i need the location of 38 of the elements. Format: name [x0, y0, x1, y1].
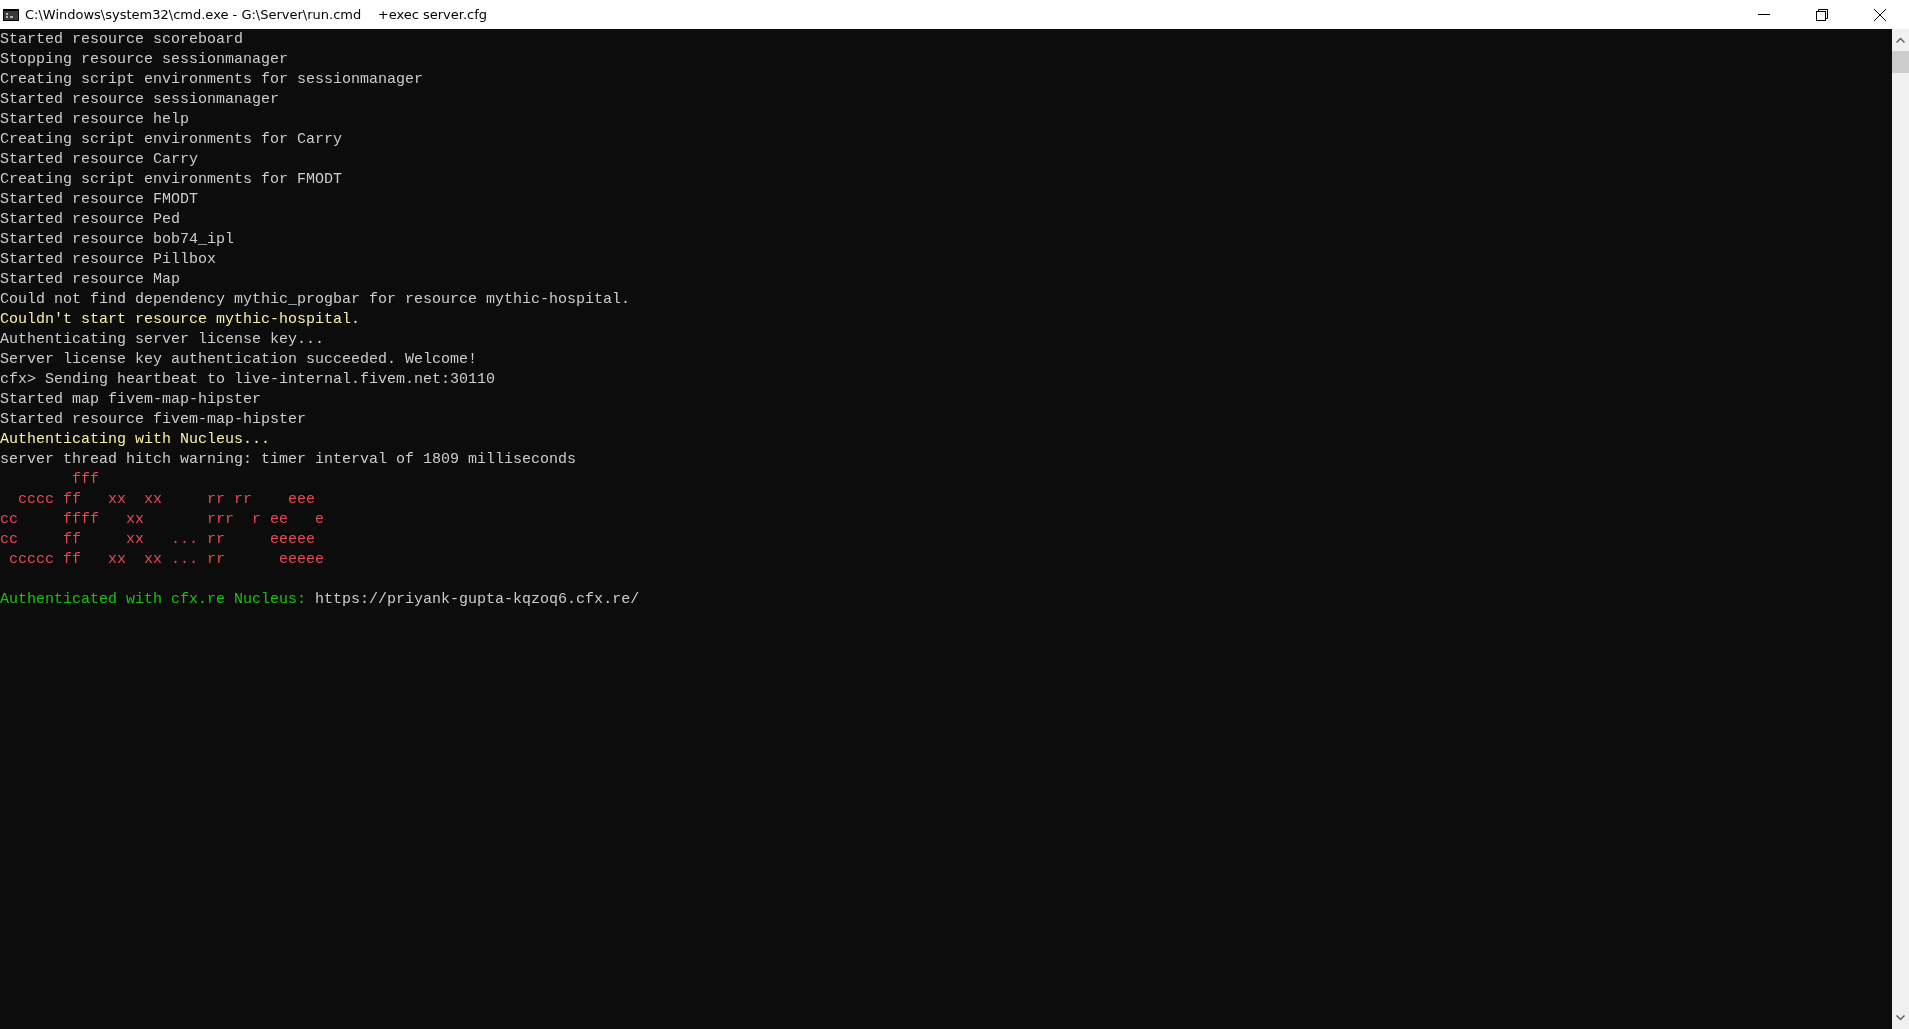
log-line: Could not find dependency mythic_progbar for resource mythic-hospital.	[0, 291, 631, 308]
log-line: server thread hitch warning: timer interval of 1809 milliseconds	[0, 451, 577, 468]
ascii-art-line: cccc ff xx xx rr rr eee	[17, 491, 316, 508]
server-url: https://priyank-gupta-kqzoq6.cfx.re/	[315, 591, 640, 608]
ascii-art-line: cc ff xx ... rr eeeee	[0, 531, 316, 548]
log-line: Creating script environments for Carry	[0, 131, 343, 148]
log-line: Started resource scoreboard	[0, 31, 244, 48]
scrollbar-thumb[interactable]	[1892, 51, 1909, 73]
ascii-art-line: fff	[71, 471, 100, 488]
log-line: Started resource fivem-map-hipster	[0, 411, 307, 428]
log-line: Started resource bob74_ipl	[0, 231, 235, 248]
log-line: Started map fivem-map-hipster	[0, 391, 262, 408]
log-line: Creating script environments for sessionmanager	[0, 71, 424, 88]
scroll-up-icon[interactable]	[1896, 37, 1905, 43]
warning-line: Couldn't start resource mythic-hospital.	[0, 311, 361, 328]
log-line: Stopping resource sessionmanager	[0, 51, 289, 68]
scroll-down-icon[interactable]	[1896, 1015, 1905, 1021]
restore-icon	[1816, 8, 1828, 21]
log-line: Started resource Map	[0, 271, 181, 288]
ascii-art-line: cc ffff xx rrr r ee e	[0, 511, 325, 528]
ascii-art-line: ccccc ff xx xx ... rr eeeee	[8, 551, 325, 568]
log-line: Creating script environments for FMODT	[0, 171, 343, 188]
close-icon	[1873, 7, 1887, 22]
minimize-icon	[1758, 14, 1770, 15]
log-line: Started resource Carry	[0, 151, 199, 168]
log-line: Started resource Ped	[0, 211, 181, 228]
log-line: Started resource sessionmanager	[0, 91, 280, 108]
console-icon	[3, 8, 19, 21]
log-line: Started resource FMODT	[0, 191, 199, 208]
log-line: Started resource Pillbox	[0, 251, 217, 268]
log-line: Started resource help	[0, 111, 190, 128]
log-line: Server license key authentication succeeded. Welcome!	[0, 351, 478, 368]
window-title: C:\Windows\system32\cmd.exe - G:\Server\run.cmd +exec server.cfg	[25, 7, 488, 22]
log-line: cfx> Sending heartbeat to live-internal.fivem.net:30110	[0, 371, 496, 388]
log-line: Authenticating server license key...	[0, 331, 325, 348]
scrollbar[interactable]	[1892, 29, 1909, 1029]
status-label: Authenticated with cfx.re Nucleus:	[0, 591, 307, 608]
warning-line: Authenticating with Nucleus...	[0, 431, 271, 448]
